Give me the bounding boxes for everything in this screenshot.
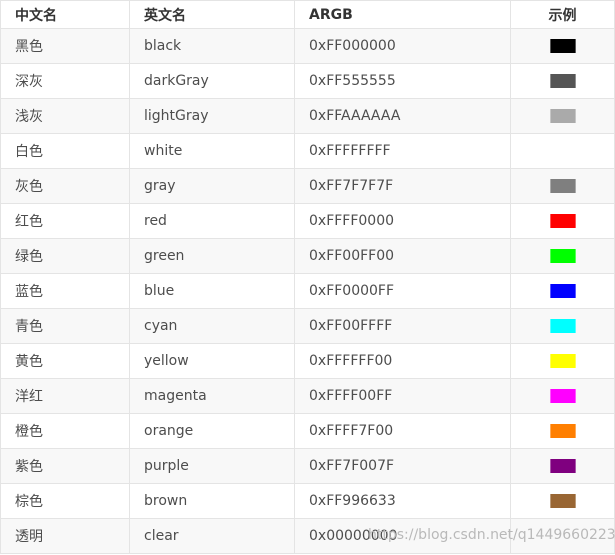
color-swatch [549, 214, 576, 228]
table-row: 橙色 orange 0xFFFF7F00 [0, 413, 615, 449]
color-swatch [549, 389, 576, 403]
cell-chinese-name: 橙色 [0, 413, 130, 449]
cell-argb: 0xFFFF00FF [294, 378, 511, 414]
cell-chinese-name: 绿色 [0, 238, 130, 274]
cell-chinese-name: 黄色 [0, 343, 130, 379]
cell-chinese-name: 白色 [0, 133, 130, 169]
cell-sample [510, 448, 615, 484]
cell-english-name: black [129, 28, 295, 64]
cell-argb: 0xFF0000FF [294, 273, 511, 309]
color-swatch [549, 74, 576, 88]
header-argb: ARGB [294, 0, 511, 29]
cell-english-name: green [129, 238, 295, 274]
table-row: 棕色 brown 0xFF996633 [0, 483, 615, 519]
cell-chinese-name: 棕色 [0, 483, 130, 519]
cell-argb: 0xFF555555 [294, 63, 511, 99]
table-row: 红色 red 0xFFFF0000 [0, 203, 615, 239]
cell-sample [510, 273, 615, 309]
cell-argb: 0xFFFF7F00 [294, 413, 511, 449]
cell-argb: 0xFF000000 [294, 28, 511, 64]
header-chinese-name: 中文名 [0, 0, 130, 29]
cell-argb: 0xFFAAAAAA [294, 98, 511, 134]
cell-chinese-name: 紫色 [0, 448, 130, 484]
color-swatch [549, 494, 576, 508]
cell-argb: 0xFF00FF00 [294, 238, 511, 274]
table-row: 白色 white 0xFFFFFFFF [0, 133, 615, 169]
cell-argb: 0xFF7F007F [294, 448, 511, 484]
cell-sample [510, 238, 615, 274]
table-row: 深灰 darkGray 0xFF555555 [0, 63, 615, 99]
table-row: 紫色 purple 0xFF7F007F [0, 448, 615, 484]
cell-english-name: purple [129, 448, 295, 484]
cell-english-name: gray [129, 168, 295, 204]
table-row: 蓝色 blue 0xFF0000FF [0, 273, 615, 309]
cell-sample [510, 133, 615, 169]
header-sample: 示例 [510, 0, 615, 29]
cell-argb: 0xFFFF0000 [294, 203, 511, 239]
table-row: 绿色 green 0xFF00FF00 [0, 238, 615, 274]
cell-sample [510, 63, 615, 99]
cell-english-name: orange [129, 413, 295, 449]
table-row: 灰色 gray 0xFF7F7F7F [0, 168, 615, 204]
color-swatch [549, 249, 576, 263]
cell-sample [510, 203, 615, 239]
cell-english-name: lightGray [129, 98, 295, 134]
table-row: 透明 clear 0x00000000 [0, 518, 615, 554]
cell-argb: 0xFFFFFF00 [294, 343, 511, 379]
cell-chinese-name: 蓝色 [0, 273, 130, 309]
cell-chinese-name: 浅灰 [0, 98, 130, 134]
cell-argb: 0xFF00FFFF [294, 308, 511, 344]
cell-english-name: brown [129, 483, 295, 519]
cell-chinese-name: 灰色 [0, 168, 130, 204]
cell-english-name: red [129, 203, 295, 239]
table-header: 中文名 英文名 ARGB 示例 [0, 0, 615, 29]
cell-chinese-name: 红色 [0, 203, 130, 239]
table-row: 黑色 black 0xFF000000 [0, 28, 615, 64]
color-swatch [549, 459, 576, 473]
table-row: 黄色 yellow 0xFFFFFF00 [0, 343, 615, 379]
header-english-name: 英文名 [129, 0, 295, 29]
cell-chinese-name: 黑色 [0, 28, 130, 64]
cell-english-name: yellow [129, 343, 295, 379]
cell-sample [510, 378, 615, 414]
cell-sample [510, 343, 615, 379]
cell-english-name: white [129, 133, 295, 169]
cell-sample [510, 518, 615, 554]
table-row: 青色 cyan 0xFF00FFFF [0, 308, 615, 344]
cell-chinese-name: 洋红 [0, 378, 130, 414]
cell-english-name: clear [129, 518, 295, 554]
cell-chinese-name: 透明 [0, 518, 130, 554]
header-row: 中文名 英文名 ARGB 示例 [0, 0, 615, 29]
cell-english-name: magenta [129, 378, 295, 414]
color-swatch [549, 109, 576, 123]
cell-english-name: darkGray [129, 63, 295, 99]
cell-english-name: cyan [129, 308, 295, 344]
cell-argb: 0xFFFFFFFF [294, 133, 511, 169]
color-swatch [549, 284, 576, 298]
table-row: 浅灰 lightGray 0xFFAAAAAA [0, 98, 615, 134]
cell-sample [510, 483, 615, 519]
table-row: 洋红 magenta 0xFFFF00FF [0, 378, 615, 414]
cell-chinese-name: 青色 [0, 308, 130, 344]
cell-argb: 0x00000000 [294, 518, 511, 554]
cell-sample [510, 308, 615, 344]
color-swatch [549, 179, 576, 193]
color-swatch [549, 424, 576, 438]
cell-sample [510, 413, 615, 449]
table-body: 黑色 black 0xFF000000 深灰 darkGray 0xFF555555 浅灰 l… [0, 28, 615, 554]
cell-sample [510, 28, 615, 64]
color-swatch [549, 144, 576, 158]
cell-argb: 0xFF7F7F7F [294, 168, 511, 204]
color-swatch [549, 354, 576, 368]
cell-sample [510, 98, 615, 134]
color-swatch [549, 39, 576, 53]
cell-chinese-name: 深灰 [0, 63, 130, 99]
color-table: 中文名 英文名 ARGB 示例 黑色 black 0xFF000000 深灰 darkG… [0, 0, 615, 554]
cell-sample [510, 168, 615, 204]
color-swatch [549, 319, 576, 333]
cell-english-name: blue [129, 273, 295, 309]
cell-argb: 0xFF996633 [294, 483, 511, 519]
